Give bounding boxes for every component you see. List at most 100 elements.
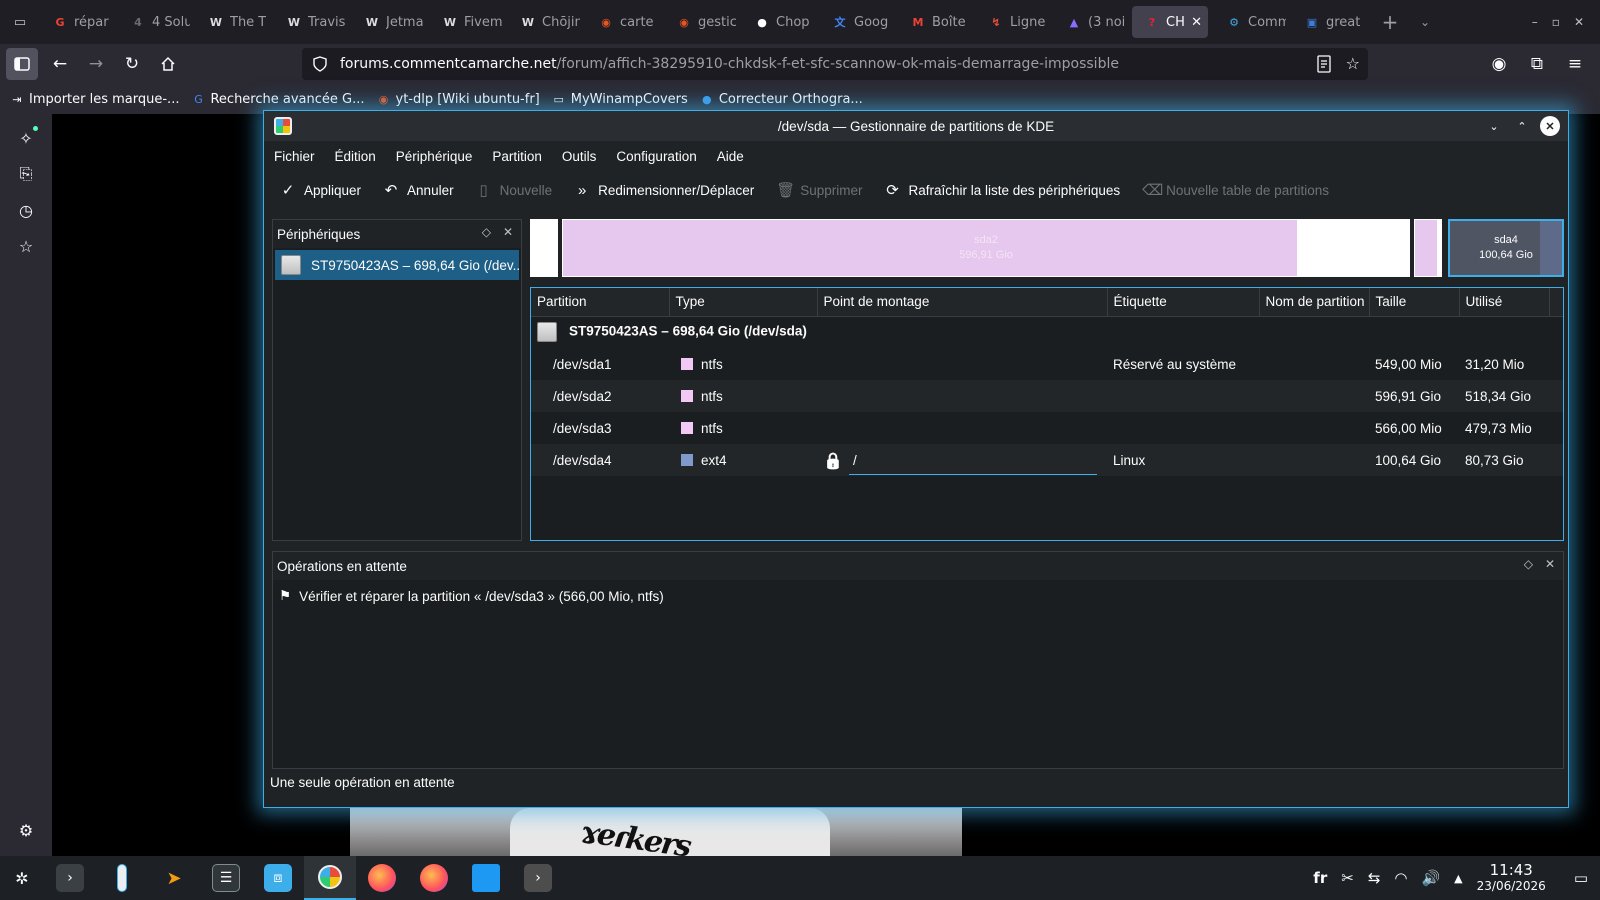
taskbar-app-2[interactable] [96, 856, 148, 900]
column-used[interactable]: Utilisé [1459, 288, 1550, 317]
bookmark-item[interactable]: G Recherche avancée G... [191, 92, 364, 107]
taskbar-dolphin[interactable] [460, 856, 512, 900]
column-type[interactable]: Type [669, 288, 818, 317]
taskbar-terminal-2[interactable]: › [512, 856, 564, 900]
menu-item[interactable]: Configuration [616, 149, 696, 164]
sidebar-toggle-button[interactable] [6, 48, 38, 80]
menu-item[interactable]: Fichier [274, 149, 315, 164]
bookmark-item[interactable]: ▭ MyWinampCovers [552, 92, 688, 107]
home-button[interactable] [150, 48, 186, 80]
url-bar[interactable]: forums.commentcamarche.net/forum/affich-… [302, 48, 1368, 80]
keyboard-layout-indicator[interactable]: fr [1313, 869, 1327, 887]
delete-button[interactable]: 🗑 Supprimer [776, 181, 862, 199]
device-list-item[interactable]: ST9750423AS – 698,64 Gio (/dev... [275, 250, 519, 280]
partition-row[interactable]: /dev/sda2 ntfs 596,91 Gio 518,34 Gio [531, 380, 1563, 412]
menu-item[interactable]: Édition [335, 149, 376, 164]
app-launcher-button[interactable]: ✲ [0, 856, 44, 900]
browser-tab[interactable]: W Chōjin [508, 6, 580, 38]
refresh-devices-button[interactable]: ⟳ Rafraîchir la liste des périphériques [885, 181, 1120, 199]
menu-item[interactable]: Partition [492, 149, 542, 164]
partition-row[interactable]: /dev/sda1 ntfs Réservé au système 549,00 Mi… [531, 348, 1563, 380]
resize-move-button[interactable]: » Redimensionner/Déplacer [574, 182, 754, 199]
forward-button[interactable]: → [78, 48, 114, 80]
close-panel-icon[interactable]: ✕ [503, 225, 513, 239]
taskbar-system-settings[interactable]: ☰ [200, 856, 252, 900]
clock[interactable]: 11:43 23/06/2026 [1477, 862, 1546, 894]
url-text[interactable]: forums.commentcamarche.net/forum/affich-… [340, 56, 1119, 72]
reader-view-icon[interactable] [1316, 55, 1332, 73]
partition-row[interactable]: /dev/sda4 ext4 🔒 / Linux 100,64 Gio 80,73 Gio [531, 444, 1563, 476]
tray-expand-icon[interactable]: ▲ [1454, 872, 1462, 885]
shield-icon[interactable] [312, 56, 328, 72]
synced-tabs-icon[interactable]: ⎘ [16, 164, 36, 184]
browser-tab[interactable]: ◉ gestic [664, 6, 736, 38]
history-icon[interactable]: ◷ [16, 200, 36, 220]
new-partition-button[interactable]: ▯ Nouvelle [476, 181, 552, 199]
browser-tab[interactable]: 4 4 Solu [118, 6, 190, 38]
browser-tab[interactable]: W Jetma [352, 6, 424, 38]
browser-tab[interactable]: ▣ great [1292, 6, 1364, 38]
maximize-icon[interactable]: ▫ [1552, 15, 1560, 29]
bookmark-item[interactable]: ⇥ Importer les marque-... [10, 92, 179, 107]
taskbar-partition-manager[interactable] [304, 856, 356, 900]
menu-item[interactable]: Périphérique [396, 149, 473, 164]
partition-row[interactable]: /dev/sda3 ntfs 566,00 Mio 479,73 Mio [531, 412, 1563, 444]
undo-button[interactable]: ↶ Annuler [383, 181, 454, 199]
maximize-chevron-up-icon[interactable]: ⌃ [1512, 116, 1532, 136]
volume-icon[interactable]: 🔊 [1421, 869, 1440, 887]
network-share-icon[interactable]: ⇆ [1368, 869, 1381, 887]
taskbar-firefox-2[interactable] [408, 856, 460, 900]
partition-segment-sda4[interactable]: sda4 100,64 Gio [1448, 219, 1564, 277]
browser-tab[interactable]: ◉ carte [586, 6, 658, 38]
browser-tab[interactable]: W Travis [274, 6, 346, 38]
disk-row[interactable]: ST9750423AS – 698,64 Gio (/dev/sda) [531, 316, 1563, 348]
new-tab-button[interactable]: + [1370, 10, 1410, 34]
taskbar-app-3[interactable]: ➤ [148, 856, 200, 900]
menu-item[interactable]: Outils [562, 149, 597, 164]
pending-operation-item[interactable]: ⚑ Vérifier et réparer la partition « /de… [273, 580, 1563, 612]
close-panel-icon[interactable]: ✕ [1545, 557, 1555, 571]
browser-tab[interactable]: M Boîte [898, 6, 970, 38]
taskbar-discover[interactable]: ⧈ [252, 856, 304, 900]
browser-tab[interactable]: W Fiveme [430, 6, 502, 38]
bookmark-item[interactable]: ◉ yt-dlp [Wiki ubuntu-fr] [377, 92, 540, 107]
window-titlebar[interactable]: /dev/sda — Gestionnaire de partitions de… [264, 111, 1568, 141]
browser-tab[interactable]: ? CHK ✕ [1132, 6, 1208, 38]
mount-point-field[interactable]: / [849, 453, 1097, 475]
apply-button[interactable]: ✓ Appliquer [280, 181, 361, 199]
taskbar-konsole[interactable]: › [44, 856, 96, 900]
browser-tab[interactable]: ● Chop [742, 6, 814, 38]
browser-tab[interactable]: W The T [196, 6, 268, 38]
float-panel-icon[interactable]: ◇ [482, 225, 491, 239]
float-panel-icon[interactable]: ◇ [1524, 557, 1533, 571]
close-icon[interactable]: ✕ [1574, 15, 1584, 29]
column-label[interactable]: Étiquette [1107, 288, 1260, 317]
browser-tab[interactable]: ⚙ Comm [1214, 6, 1286, 38]
menu-item[interactable]: Aide [717, 149, 744, 164]
column-size[interactable]: Taille [1369, 288, 1460, 317]
new-partition-table-button[interactable]: ⌫ Nouvelle table de partitions [1142, 181, 1329, 199]
tab-list-button[interactable]: ▭ [0, 0, 40, 44]
taskbar-firefox-1[interactable] [356, 856, 408, 900]
partition-segment-sda2[interactable]: sda2 596,91 Gio [562, 219, 1410, 277]
account-button[interactable]: ◉ [1482, 48, 1516, 80]
settings-gear-icon[interactable]: ⚙ [16, 820, 36, 840]
column-mount-point[interactable]: Point de montage [817, 288, 1108, 317]
bookmarks-star-icon[interactable]: ☆ [16, 236, 36, 256]
browser-tab[interactable]: ↯ Ligne [976, 6, 1048, 38]
menu-button[interactable]: ≡ [1558, 48, 1592, 80]
wifi-icon[interactable]: ◠ [1394, 869, 1407, 887]
ai-chatbot-icon[interactable]: ✧ [16, 126, 38, 148]
extensions-button[interactable]: ⧉ [1520, 48, 1554, 80]
partitionmanager-app-icon[interactable] [274, 117, 292, 135]
browser-tab[interactable]: 文 Goog [820, 6, 892, 38]
partition-segment-sda3[interactable] [1414, 219, 1442, 277]
bookmark-star-icon[interactable]: ☆ [1346, 54, 1360, 73]
back-button[interactable]: ← [42, 48, 78, 80]
close-icon[interactable]: ✕ [1540, 116, 1560, 136]
column-partition-name[interactable]: Nom de partition [1259, 288, 1370, 317]
column-partition[interactable]: Partition [531, 288, 670, 317]
reload-button[interactable]: ↻ [114, 48, 150, 80]
tab-menu-chevron-down-icon[interactable]: ⌄ [1410, 15, 1440, 29]
scissors-icon[interactable]: ✂ [1341, 869, 1354, 887]
